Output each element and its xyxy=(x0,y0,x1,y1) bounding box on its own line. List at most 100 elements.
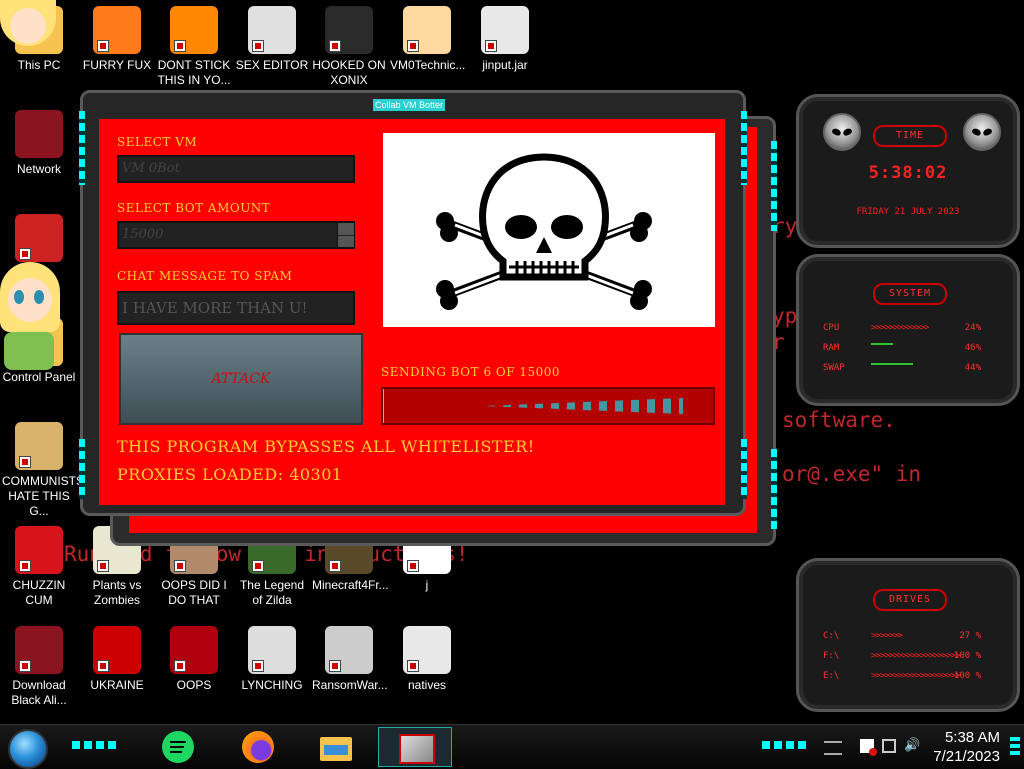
taskbar-cyan-lights xyxy=(762,741,806,749)
java-jar-icon xyxy=(481,6,529,54)
desktop-icon-label: DONT STICK THIS IN YO... xyxy=(157,58,231,88)
desktop-icon-label: Download Black Ali... xyxy=(2,678,76,708)
time-gadget-clock: 5:38:02 xyxy=(799,163,1017,183)
chuzzle-icon xyxy=(15,526,63,574)
folder-icon xyxy=(403,626,451,674)
skull-crossbones-icon xyxy=(383,133,715,327)
gadget-stat-value: 24% xyxy=(965,323,981,333)
desktop-icon-label: Control Panel xyxy=(2,370,76,385)
shortcut-arrow-icon xyxy=(329,660,341,672)
shortcut-arrow-icon xyxy=(97,40,109,52)
cyan-side-lights xyxy=(771,141,777,231)
desktop-icon[interactable]: UKRAINE xyxy=(80,626,154,693)
desktop-icon-label: LYNCHING xyxy=(235,678,309,693)
collab-vm-botter-window[interactable]: Collab VM Botter SELECT VM VM 0Bot SELEC… xyxy=(80,90,746,516)
desktop-icon[interactable]: SEX EDITOR xyxy=(235,6,309,73)
shortcut-arrow-icon xyxy=(19,456,31,468)
gadget-stat-value: 27 % xyxy=(959,631,981,641)
shortcut-arrow-icon xyxy=(174,660,186,672)
gadget-stat-name: F:\ xyxy=(823,651,839,661)
desktop-icon[interactable]: RansomWar... xyxy=(312,626,386,693)
desktop-icon[interactable]: DONT STICK THIS IN YO... xyxy=(157,6,231,88)
shortcut-arrow-icon xyxy=(407,560,419,572)
shortcut-arrow-icon xyxy=(252,560,264,572)
network-icon xyxy=(15,110,63,158)
system-gadget: SYSTEM CPU>>>>>>>>>>>>>24%RAM46%SWAP44% xyxy=(796,254,1020,406)
shortcut-arrow-icon xyxy=(174,560,186,572)
oops-app-icon xyxy=(170,626,218,674)
chat-message-field[interactable]: I HAVE MORE THAN U! xyxy=(117,291,355,325)
gadget-stat-bar: >>>>>>> xyxy=(871,631,961,641)
radiation-icon xyxy=(93,626,141,674)
shortcut-arrow-icon xyxy=(19,560,31,572)
taskbar-cyan-lights xyxy=(1010,737,1020,755)
wallpaper-text: software. xyxy=(782,408,896,432)
action-center-flag-icon[interactable] xyxy=(860,739,874,753)
attack-button[interactable]: ATTACK xyxy=(119,333,363,425)
taskbar: 🔊 5:38 AM 7/21/2023 xyxy=(0,724,1024,769)
desktop-icon[interactable]: COMMUNISTS HATE THIS G... xyxy=(2,422,76,519)
alienware-icon xyxy=(15,626,63,674)
gadget-stat-bar: >>>>>>>>>>>>> xyxy=(871,323,961,333)
time-gadget: TIME 5:38:02 FRIDAY 21 JULY 2023 xyxy=(796,94,1020,248)
desktop-icon[interactable]: CHUZZIN CUM xyxy=(2,526,76,608)
desktop-icon-label: HOOKED ON XONIX xyxy=(312,58,386,88)
desktop-icon-label: jinput.jar xyxy=(468,58,542,73)
skull-ring-icon xyxy=(325,626,373,674)
desktop-icon[interactable]: VM0Technic... xyxy=(390,6,464,73)
money-bag-icon xyxy=(15,422,63,470)
desktop-icon-label: OOPS xyxy=(157,678,231,693)
desktop-icon[interactable]: natives xyxy=(390,626,464,693)
bot-amount-field[interactable]: 15000 xyxy=(117,221,355,249)
gadget-stat-row: RAM46% xyxy=(823,343,981,355)
system-gadget-title: SYSTEM xyxy=(873,283,947,305)
desktop-icon[interactable]: HOOKED ON XONIX xyxy=(312,6,386,88)
app-body: SELECT VM VM 0Bot SELECT BOT AMOUNT 1500… xyxy=(99,119,725,505)
cyan-side-lights xyxy=(79,111,85,185)
vlc-cone-icon xyxy=(170,6,218,54)
hxd-editor-icon xyxy=(248,6,296,54)
gadget-stat-row: CPU>>>>>>>>>>>>>24% xyxy=(823,323,981,335)
bot-amount-spinner[interactable] xyxy=(337,223,354,247)
gadget-stat-name: E:\ xyxy=(823,671,839,681)
shortcut-arrow-icon xyxy=(19,660,31,672)
skull-crossbones-image xyxy=(383,133,715,327)
desktop-icon[interactable]: Download Black Ali... xyxy=(2,626,76,708)
desktop-icon-label: This PC xyxy=(2,58,76,73)
spotify-icon[interactable] xyxy=(162,731,194,763)
desktop-icon[interactable]: FURRY FUX xyxy=(80,6,154,73)
select-vm-field[interactable]: VM 0Bot xyxy=(117,155,355,183)
volume-tray-icon[interactable]: 🔊 xyxy=(904,739,918,753)
gadget-stat-bar: >>>>>>>>>>>>>>>>>>>> xyxy=(871,651,961,661)
wallpaper-text: or@.exe" in xyxy=(782,462,921,486)
desktop-icon-label: VM0Technic... xyxy=(390,58,464,73)
start-button[interactable] xyxy=(8,729,48,769)
star-character-sticker xyxy=(0,0,58,56)
desktop-icon-label: SEX EDITOR xyxy=(235,58,309,73)
desktop-icon-label: UKRAINE xyxy=(80,678,154,693)
file-explorer-icon[interactable] xyxy=(320,731,352,763)
desktop-icon-label: j xyxy=(390,578,464,593)
desktop-icon[interactable]: jinput.jar xyxy=(468,6,542,73)
noose-icon xyxy=(248,626,296,674)
firefox-taskbar-icon[interactable] xyxy=(242,731,274,763)
select-vm-label: SELECT VM xyxy=(117,135,197,149)
ram-usage-bar xyxy=(871,343,893,345)
gadget-stat-value: 100 % xyxy=(954,651,981,661)
alien-logo-icon xyxy=(963,113,1001,151)
desktop-icon[interactable]: Network xyxy=(2,110,76,177)
desktop-icon-label: Minecraft4Fr... xyxy=(312,578,386,593)
shortcut-arrow-icon xyxy=(485,40,497,52)
bypass-text: THIS PROGRAM BYPASSES ALL WHITELISTER! xyxy=(117,437,535,456)
desktop-icon[interactable]: LYNCHING xyxy=(235,626,309,693)
tray-overflow-icon[interactable] xyxy=(824,741,842,755)
active-app-taskbar-button[interactable] xyxy=(378,727,452,767)
gadget-stat-name: C:\ xyxy=(823,631,839,641)
network-tray-icon[interactable] xyxy=(882,739,896,753)
taskbar-clock[interactable]: 5:38 AM xyxy=(930,729,1000,746)
sending-status: SENDING BOT 6 OF 15000 xyxy=(381,365,560,379)
sending-progress-bar xyxy=(381,387,715,425)
taskbar-date[interactable]: 7/21/2023 xyxy=(918,748,1000,765)
desktop-icon[interactable]: OOPS xyxy=(157,626,231,693)
cyan-side-lights xyxy=(741,111,747,185)
